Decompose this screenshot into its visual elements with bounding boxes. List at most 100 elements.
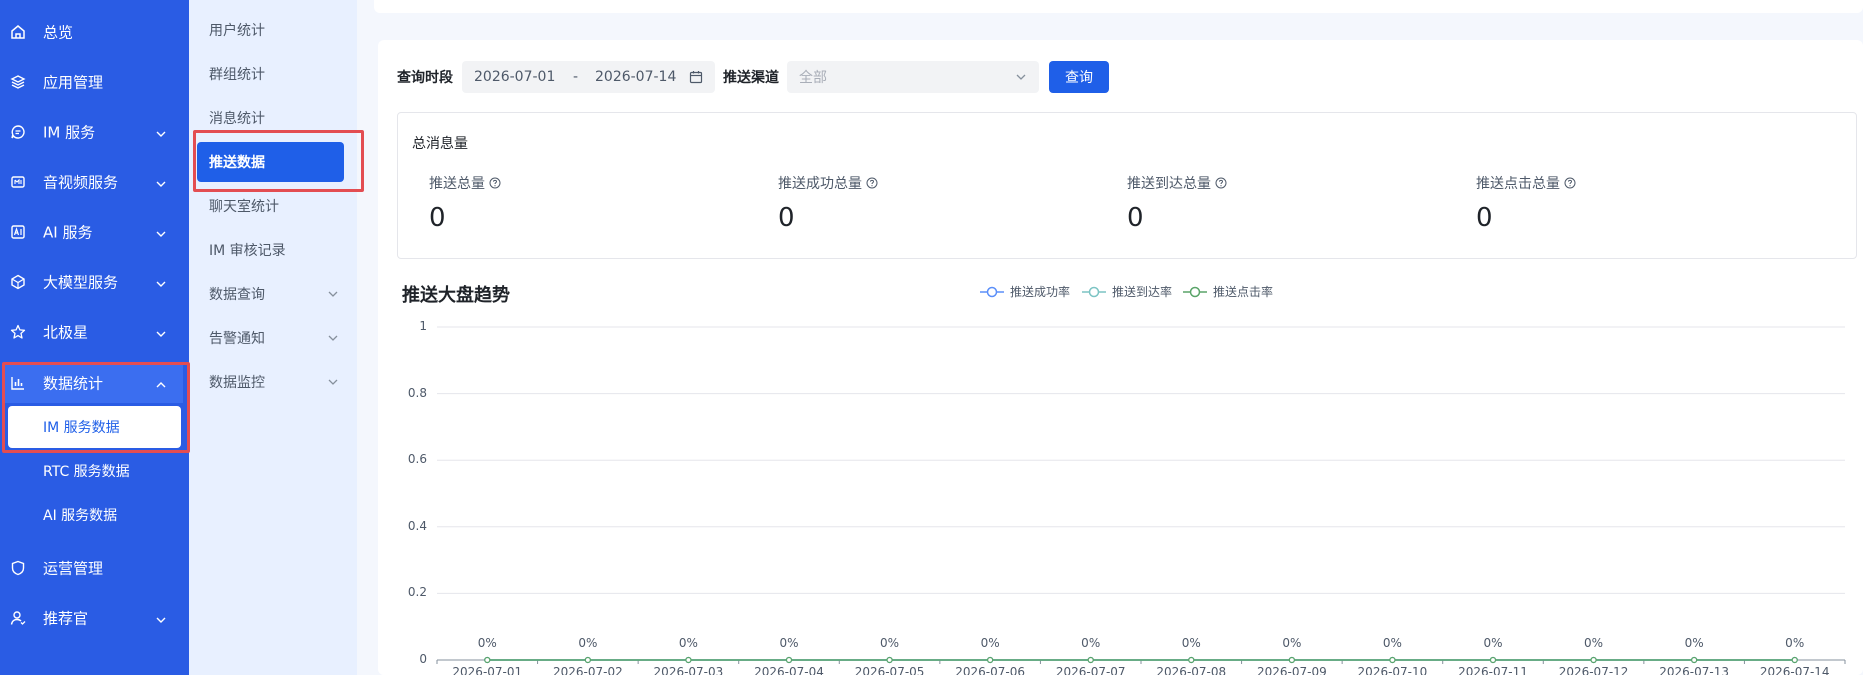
nav-item-label: 大模型服务 bbox=[43, 273, 119, 292]
help-icon[interactable] bbox=[866, 177, 878, 189]
date-end[interactable]: 2026-07-14 bbox=[595, 69, 676, 85]
video-icon bbox=[10, 174, 26, 190]
data-label: 0% bbox=[1584, 636, 1604, 650]
data-label: 0% bbox=[880, 636, 900, 650]
primary-sidebar: 总览 应用管理 IM 服务 音视频服务 AI 服务 大模型服务 北极星 数据统计… bbox=[0, 0, 189, 675]
x-tick-label: 2026-07-08 bbox=[1156, 665, 1227, 675]
subnav-item-label: IM 审核记录 bbox=[209, 243, 286, 259]
legend-label: 推送点击率 bbox=[1213, 285, 1274, 299]
shield-icon bbox=[10, 560, 26, 576]
data-label: 0% bbox=[1382, 636, 1402, 650]
nav-item-label: IM 服务 bbox=[43, 123, 96, 142]
highlight-box-primary bbox=[2, 362, 190, 453]
stats-title: 总消息量 bbox=[412, 136, 468, 152]
subnav-item-label: 告警通知 bbox=[209, 331, 265, 347]
channel-select[interactable]: 全部 bbox=[787, 61, 1039, 93]
stat-push-click-total: 推送点击总量 0 bbox=[1476, 173, 1576, 233]
x-tick-label: 2026-07-09 bbox=[1256, 665, 1327, 675]
sub-item-ai-service-data[interactable]: AI 服务数据 bbox=[0, 494, 189, 536]
nav-item-label: 运营管理 bbox=[43, 559, 104, 578]
stat-push-arrival-total: 推送到达总量 0 bbox=[1127, 173, 1227, 233]
chat-icon bbox=[10, 124, 26, 140]
subnav-item-label: 聊天室统计 bbox=[209, 199, 279, 215]
nav-item-av-service[interactable]: 音视频服务 bbox=[0, 157, 189, 207]
x-tick-label: 2026-07-04 bbox=[754, 665, 824, 675]
y-tick-label: 0.8 bbox=[407, 385, 427, 400]
data-label: 0% bbox=[1785, 636, 1805, 650]
y-tick-label: 1 bbox=[419, 319, 427, 333]
channel-select-value: 全部 bbox=[799, 70, 827, 86]
subnav-item-data-monitor[interactable]: 数据监控 bbox=[197, 361, 347, 403]
nav-item-ai-service[interactable]: AI 服务 bbox=[0, 207, 189, 257]
x-tick-label: 2026-07-07 bbox=[1055, 665, 1126, 675]
subnav-item-im-audit-log[interactable]: IM 审核记录 bbox=[197, 229, 347, 271]
sub-item-label: RTC 服务数据 bbox=[43, 464, 130, 480]
help-icon[interactable] bbox=[1564, 177, 1576, 189]
stat-label: 推送成功总量 bbox=[778, 176, 862, 192]
stat-push-success-total: 推送成功总量 0 bbox=[778, 173, 878, 233]
data-label: 0% bbox=[1181, 636, 1201, 650]
subnav-item-data-query[interactable]: 数据查询 bbox=[197, 273, 347, 315]
subnav-item-label: 数据监控 bbox=[209, 375, 265, 391]
data-label: 0% bbox=[1483, 636, 1503, 650]
date-start[interactable]: 2026-07-01 bbox=[474, 69, 555, 85]
star-icon bbox=[10, 324, 26, 340]
nav-item-label: 推荐官 bbox=[43, 609, 89, 628]
stat-value: 0 bbox=[778, 203, 795, 233]
stat-label: 推送到达总量 bbox=[1127, 176, 1211, 192]
nav-item-app-management[interactable]: 应用管理 bbox=[0, 57, 189, 107]
subnav-item-group-stats[interactable]: 群组统计 bbox=[197, 53, 347, 95]
nav-item-im-service[interactable]: IM 服务 bbox=[0, 107, 189, 157]
secondary-sidebar: 用户统计 群组统计 消息统计 推送数据 聊天室统计 IM 审核记录 数据查询 告… bbox=[189, 0, 357, 675]
help-icon[interactable] bbox=[489, 177, 501, 189]
data-label: 0% bbox=[1081, 636, 1101, 650]
subnav-item-label: 用户统计 bbox=[209, 23, 265, 39]
help-icon[interactable] bbox=[1215, 177, 1227, 189]
chevron-down-icon bbox=[327, 332, 339, 344]
y-tick-label: 0 bbox=[419, 652, 427, 666]
nav-item-llm-service[interactable]: 大模型服务 bbox=[0, 257, 189, 307]
date-separator: - bbox=[573, 69, 579, 85]
stats-panel: 总消息量 推送总量 0 推送成功总量 0 推送到达总量 0 推送点击总量 0 bbox=[397, 112, 1857, 259]
nav-item-operations[interactable]: 运营管理 bbox=[0, 543, 189, 593]
subnav-item-alert-notify[interactable]: 告警通知 bbox=[197, 317, 347, 359]
y-tick-label: 0.6 bbox=[407, 452, 427, 467]
chevron-down-icon bbox=[155, 226, 167, 238]
legend-item-success-rate[interactable]: 推送成功率 bbox=[980, 283, 1070, 300]
nav-item-polaris[interactable]: 北极星 bbox=[0, 307, 189, 357]
x-tick-label: 2026-07-12 bbox=[1558, 665, 1629, 675]
data-label: 0% bbox=[1282, 636, 1302, 650]
legend-label: 推送到达率 bbox=[1112, 285, 1173, 299]
x-tick-label: 2026-07-11 bbox=[1458, 665, 1528, 675]
legend-label: 推送成功率 bbox=[1010, 285, 1071, 299]
cube-icon bbox=[10, 274, 26, 290]
date-range-picker[interactable]: 2026-07-01 - 2026-07-14 bbox=[462, 61, 715, 93]
legend-item-click-rate[interactable]: 推送点击率 bbox=[1183, 283, 1273, 300]
stat-push-total: 推送总量 0 bbox=[429, 173, 501, 233]
nav-item-label: 总览 bbox=[43, 23, 74, 42]
chevron-down-icon bbox=[155, 326, 167, 338]
x-tick-label: 2026-07-14 bbox=[1759, 665, 1830, 675]
y-tick-label: 0.2 bbox=[407, 585, 427, 600]
legend-item-arrival-rate[interactable]: 推送到达率 bbox=[1082, 283, 1172, 300]
nav-item-overview[interactable]: 总览 bbox=[0, 7, 189, 57]
layers-icon bbox=[10, 74, 26, 90]
top-card bbox=[374, 0, 1863, 13]
ai-icon bbox=[10, 224, 26, 240]
period-label: 查询时段 bbox=[397, 70, 453, 86]
query-button[interactable]: 查询 bbox=[1049, 61, 1109, 93]
subnav-item-user-stats[interactable]: 用户统计 bbox=[197, 9, 347, 51]
subnav-item-label: 消息统计 bbox=[209, 111, 265, 127]
sub-item-label: AI 服务数据 bbox=[43, 508, 118, 524]
nav-item-label: 音视频服务 bbox=[43, 173, 119, 192]
x-tick-label: 2026-07-02 bbox=[552, 665, 623, 675]
calendar-icon[interactable] bbox=[689, 70, 703, 84]
stat-value: 0 bbox=[429, 203, 446, 233]
nav-item-recommender[interactable]: 推荐官 bbox=[0, 593, 189, 643]
subnav-item-label: 数据查询 bbox=[209, 287, 265, 303]
stat-value: 0 bbox=[1476, 203, 1493, 233]
data-label: 0% bbox=[477, 636, 497, 650]
x-tick-label: 2026-07-13 bbox=[1659, 665, 1730, 675]
chart-title: 推送大盘趋势 bbox=[402, 285, 510, 306]
sub-item-rtc-service-data[interactable]: RTC 服务数据 bbox=[0, 450, 189, 492]
